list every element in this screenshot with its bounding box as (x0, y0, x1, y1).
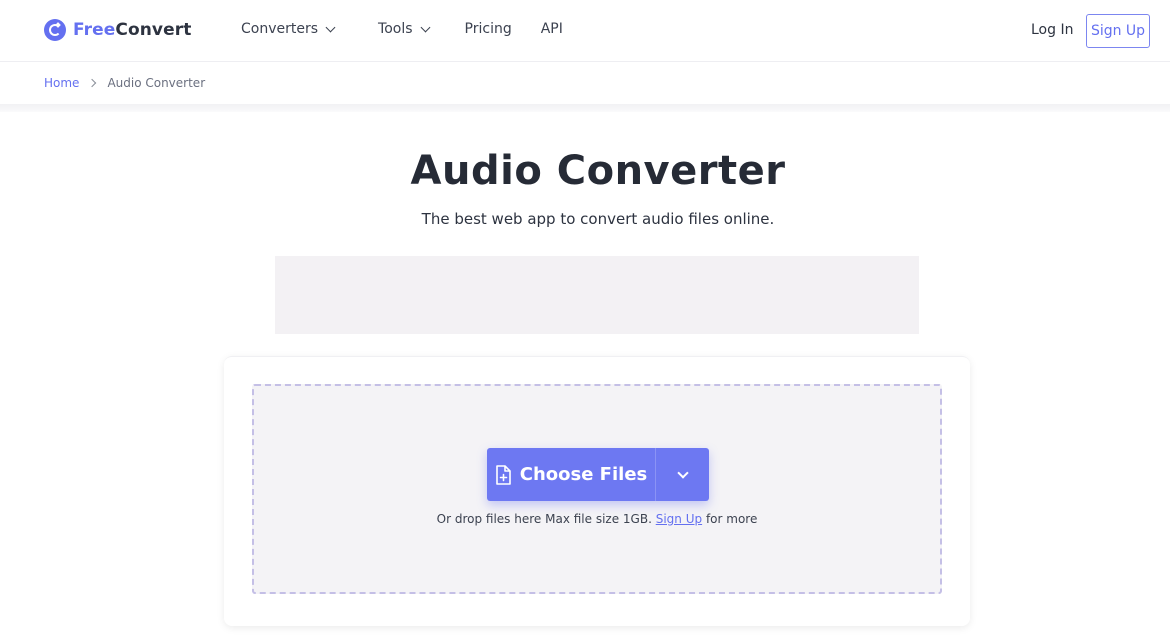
drop-hint: Or drop files here Max file size 1GB. Si… (254, 512, 940, 526)
choose-files-group: Choose Files (487, 448, 709, 501)
choose-files-label: Choose Files (519, 464, 648, 485)
freeconvert-logo[interactable]: FreeConvert (44, 19, 191, 41)
page-subtitle: The best web app to convert audio files … (421, 210, 775, 228)
site-header: FreeConvert Converters Tools Pricing API… (0, 0, 1170, 62)
logo-text-convert: Convert (115, 20, 192, 40)
nav-api[interactable]: API (541, 21, 563, 37)
drop-hint-text: Or drop files here Max file size 1GB. (436, 512, 652, 526)
breadcrumb-home[interactable]: Home (44, 76, 79, 90)
logo-text: FreeConvert (73, 20, 191, 40)
nav-converters[interactable]: Converters (241, 21, 336, 37)
logo-text-free: Free (73, 20, 116, 40)
chevron-down-icon (676, 466, 689, 479)
upload-card: Choose Files Or drop files here Max file… (224, 356, 970, 626)
chevron-right-icon (88, 78, 97, 88)
nav-tools[interactable]: Tools (378, 21, 430, 37)
chevron-down-icon (420, 22, 430, 32)
breadcrumb: Home Audio Converter (44, 76, 205, 90)
breadcrumb-current: Audio Converter (107, 76, 206, 90)
page-title: Audio Converter (410, 148, 786, 194)
file-plus-icon (495, 464, 511, 485)
nav-pricing[interactable]: Pricing (465, 21, 512, 37)
file-dropzone[interactable]: Choose Files Or drop files here Max file… (252, 384, 942, 594)
section-divider (0, 104, 1170, 112)
choose-files-button[interactable]: Choose Files (487, 448, 655, 501)
nav-tools-label: Tools (378, 21, 413, 37)
login-link[interactable]: Log In (1031, 22, 1073, 38)
chevron-down-icon (325, 22, 336, 32)
drop-hint-suffix: for more (705, 512, 758, 526)
ad-placeholder (275, 256, 919, 334)
freeconvert-logo-icon (44, 19, 66, 41)
choose-source-dropdown[interactable] (656, 448, 709, 501)
main-nav: Converters Tools Pricing API (241, 21, 563, 37)
nav-converters-label: Converters (241, 21, 319, 37)
signup-button[interactable]: Sign Up (1086, 14, 1150, 48)
signup-link[interactable]: Sign Up (656, 512, 702, 526)
